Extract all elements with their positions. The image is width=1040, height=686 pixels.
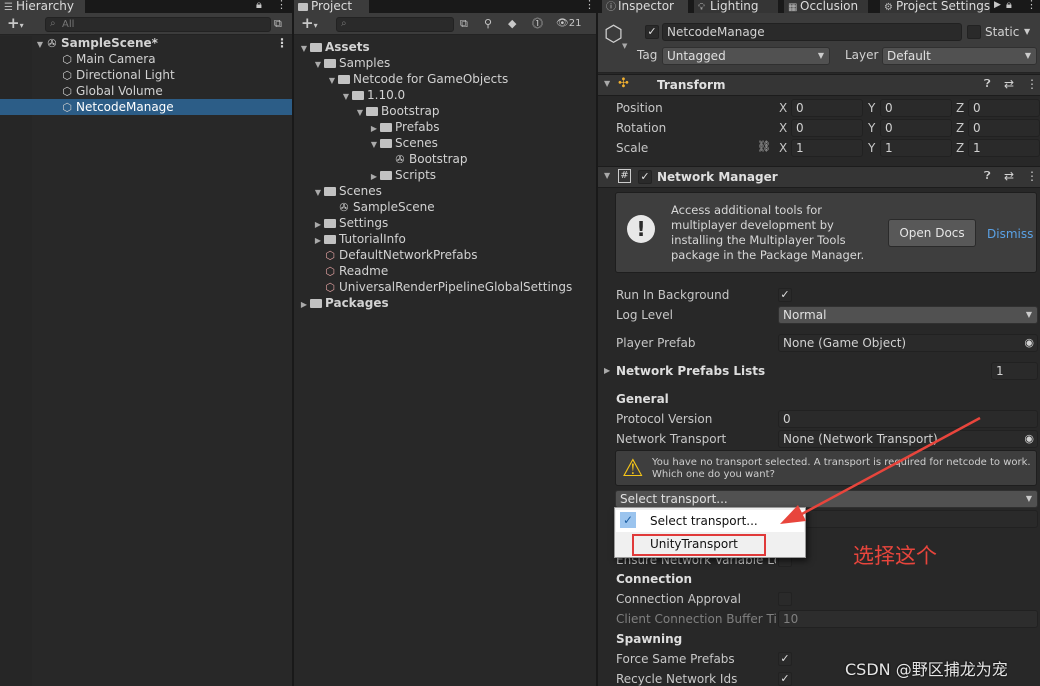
annotation-arrow <box>780 416 981 524</box>
watermark: CSDN @野区捕龙为宠 <box>845 660 1008 679</box>
annotation-text: 选择这个 <box>853 544 937 568</box>
